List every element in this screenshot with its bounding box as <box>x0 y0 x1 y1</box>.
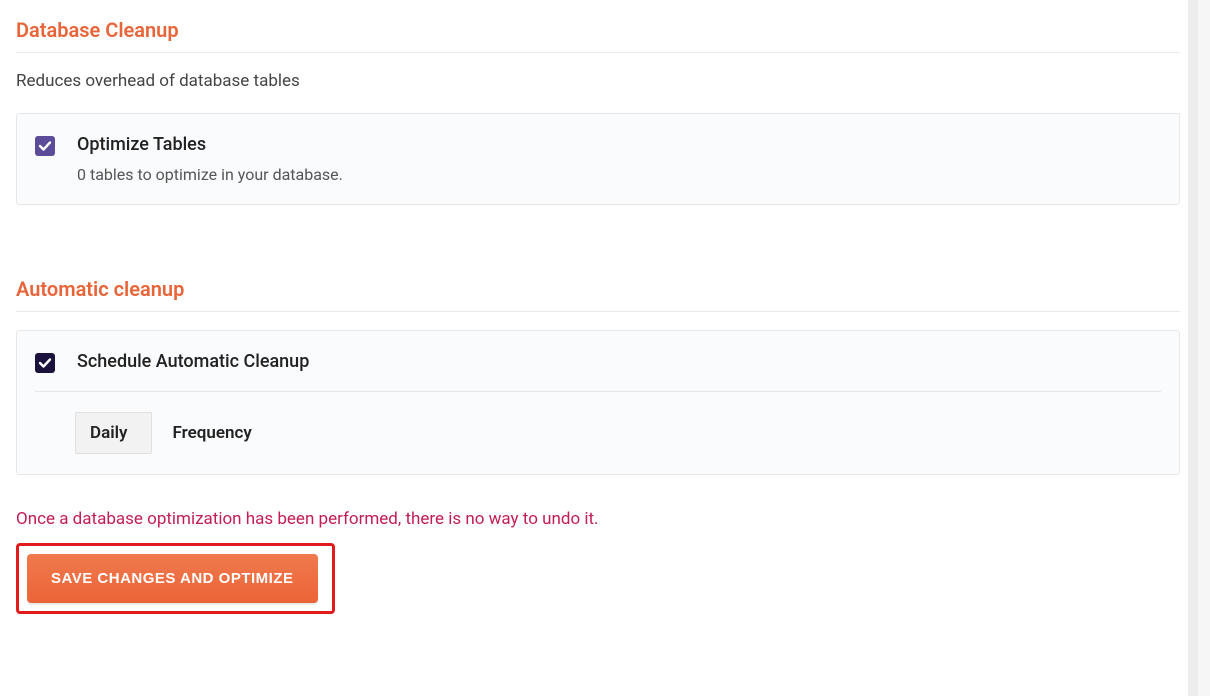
save-button-highlight: SAVE CHANGES AND OPTIMIZE <box>16 543 335 614</box>
automatic-cleanup-panel: Schedule Automatic Cleanup Daily Frequen… <box>16 330 1180 475</box>
section-title-automatic-cleanup: Automatic cleanup <box>16 277 1180 301</box>
check-icon <box>38 139 52 153</box>
frequency-select[interactable]: Daily <box>75 412 152 454</box>
check-icon <box>38 356 52 370</box>
optimize-tables-sub: 0 tables to optimize in your database. <box>77 165 343 184</box>
optimize-tables-checkbox[interactable] <box>35 136 55 156</box>
schedule-cleanup-label: Schedule Automatic Cleanup <box>77 351 309 372</box>
optimize-tables-panel: Optimize Tables 0 tables to optimize in … <box>16 113 1180 205</box>
save-and-optimize-button[interactable]: SAVE CHANGES AND OPTIMIZE <box>27 554 318 603</box>
optimize-tables-label: Optimize Tables <box>77 134 343 155</box>
section-title-database-cleanup: Database Cleanup <box>16 18 1180 42</box>
frequency-label: Frequency <box>172 423 251 443</box>
optimization-warning: Once a database optimization has been pe… <box>16 509 1180 529</box>
schedule-cleanup-checkbox[interactable] <box>35 353 55 373</box>
section-description-database-cleanup: Reduces overhead of database tables <box>16 71 1180 91</box>
divider <box>16 52 1180 53</box>
